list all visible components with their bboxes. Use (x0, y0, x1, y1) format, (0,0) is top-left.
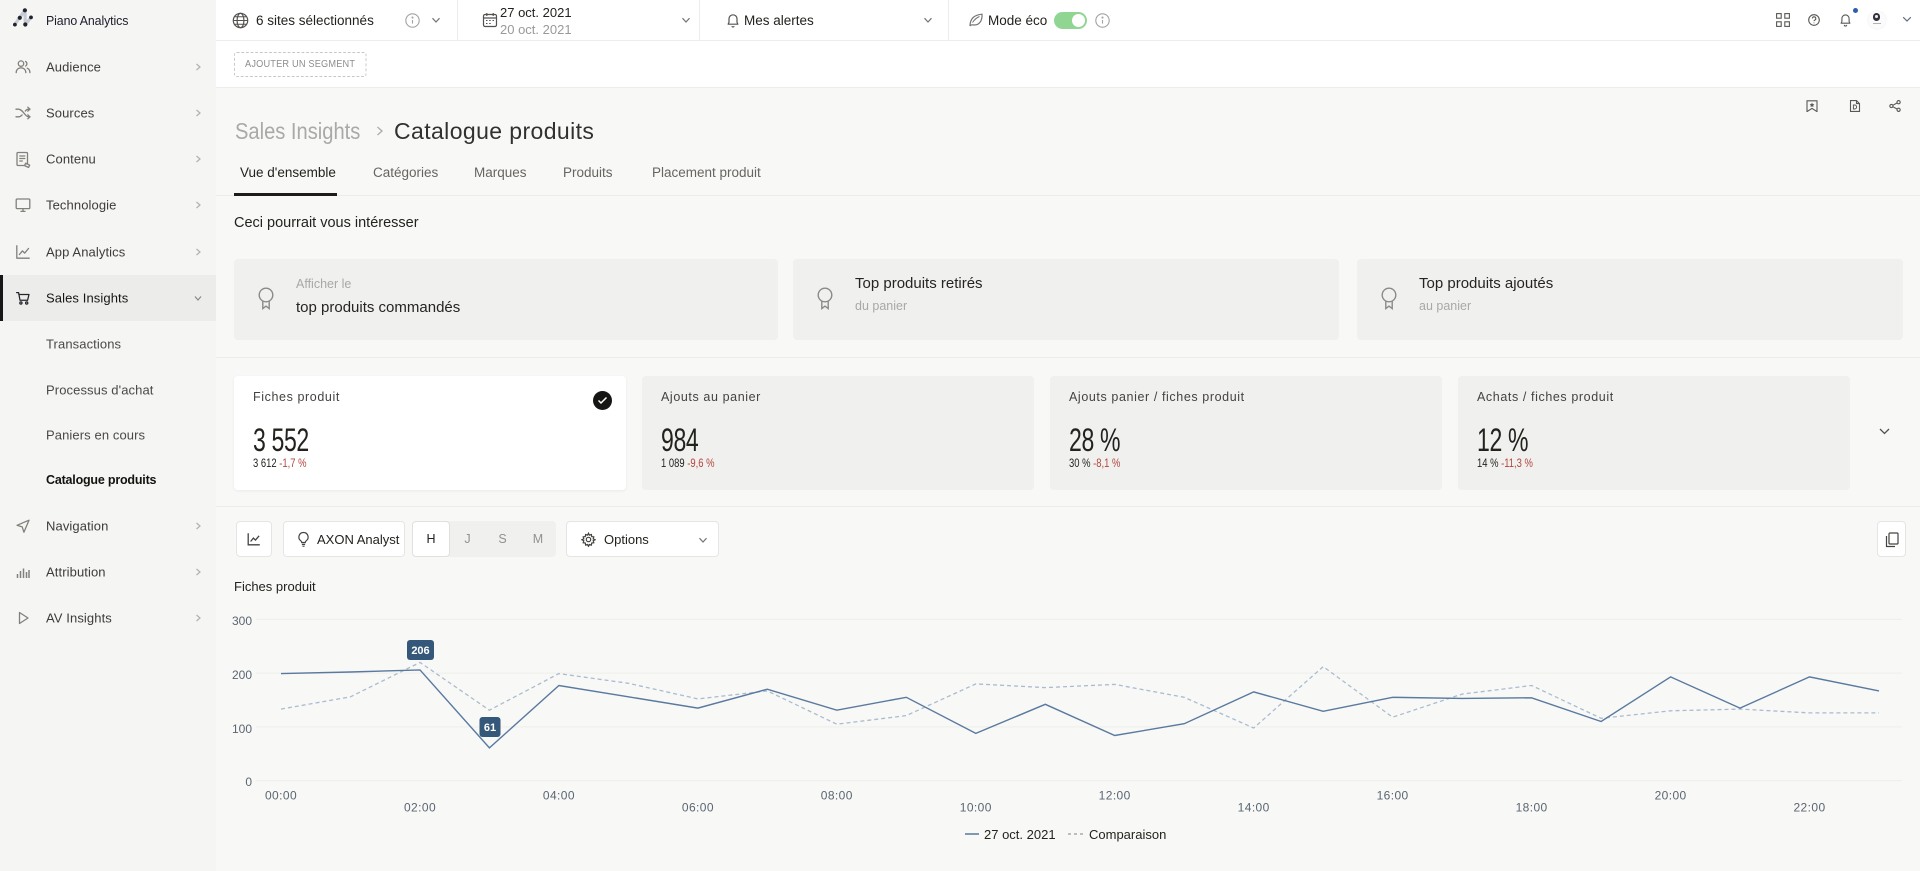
svg-text:22:00: 22:00 (1793, 801, 1825, 815)
svg-text:200: 200 (232, 668, 252, 682)
svg-text:Comparaison: Comparaison (1089, 827, 1166, 842)
svg-text:61: 61 (484, 722, 496, 734)
svg-text:04:00: 04:00 (543, 789, 575, 803)
svg-text:18:00: 18:00 (1516, 801, 1548, 815)
svg-text:100: 100 (232, 722, 252, 736)
svg-text:Fiches produit: Fiches produit (234, 579, 316, 594)
svg-text:10:00: 10:00 (960, 801, 992, 815)
svg-text:12:00: 12:00 (1099, 789, 1131, 803)
svg-text:0: 0 (245, 775, 252, 789)
svg-text:20:00: 20:00 (1655, 789, 1687, 803)
svg-text:16:00: 16:00 (1377, 789, 1409, 803)
svg-text:206: 206 (411, 645, 429, 657)
svg-text:27 oct. 2021: 27 oct. 2021 (984, 827, 1056, 842)
svg-text:00:00: 00:00 (265, 789, 297, 803)
svg-text:300: 300 (232, 614, 252, 628)
svg-text:08:00: 08:00 (821, 789, 853, 803)
svg-text:06:00: 06:00 (682, 801, 714, 815)
svg-text:02:00: 02:00 (404, 801, 436, 815)
svg-text:14:00: 14:00 (1238, 801, 1270, 815)
